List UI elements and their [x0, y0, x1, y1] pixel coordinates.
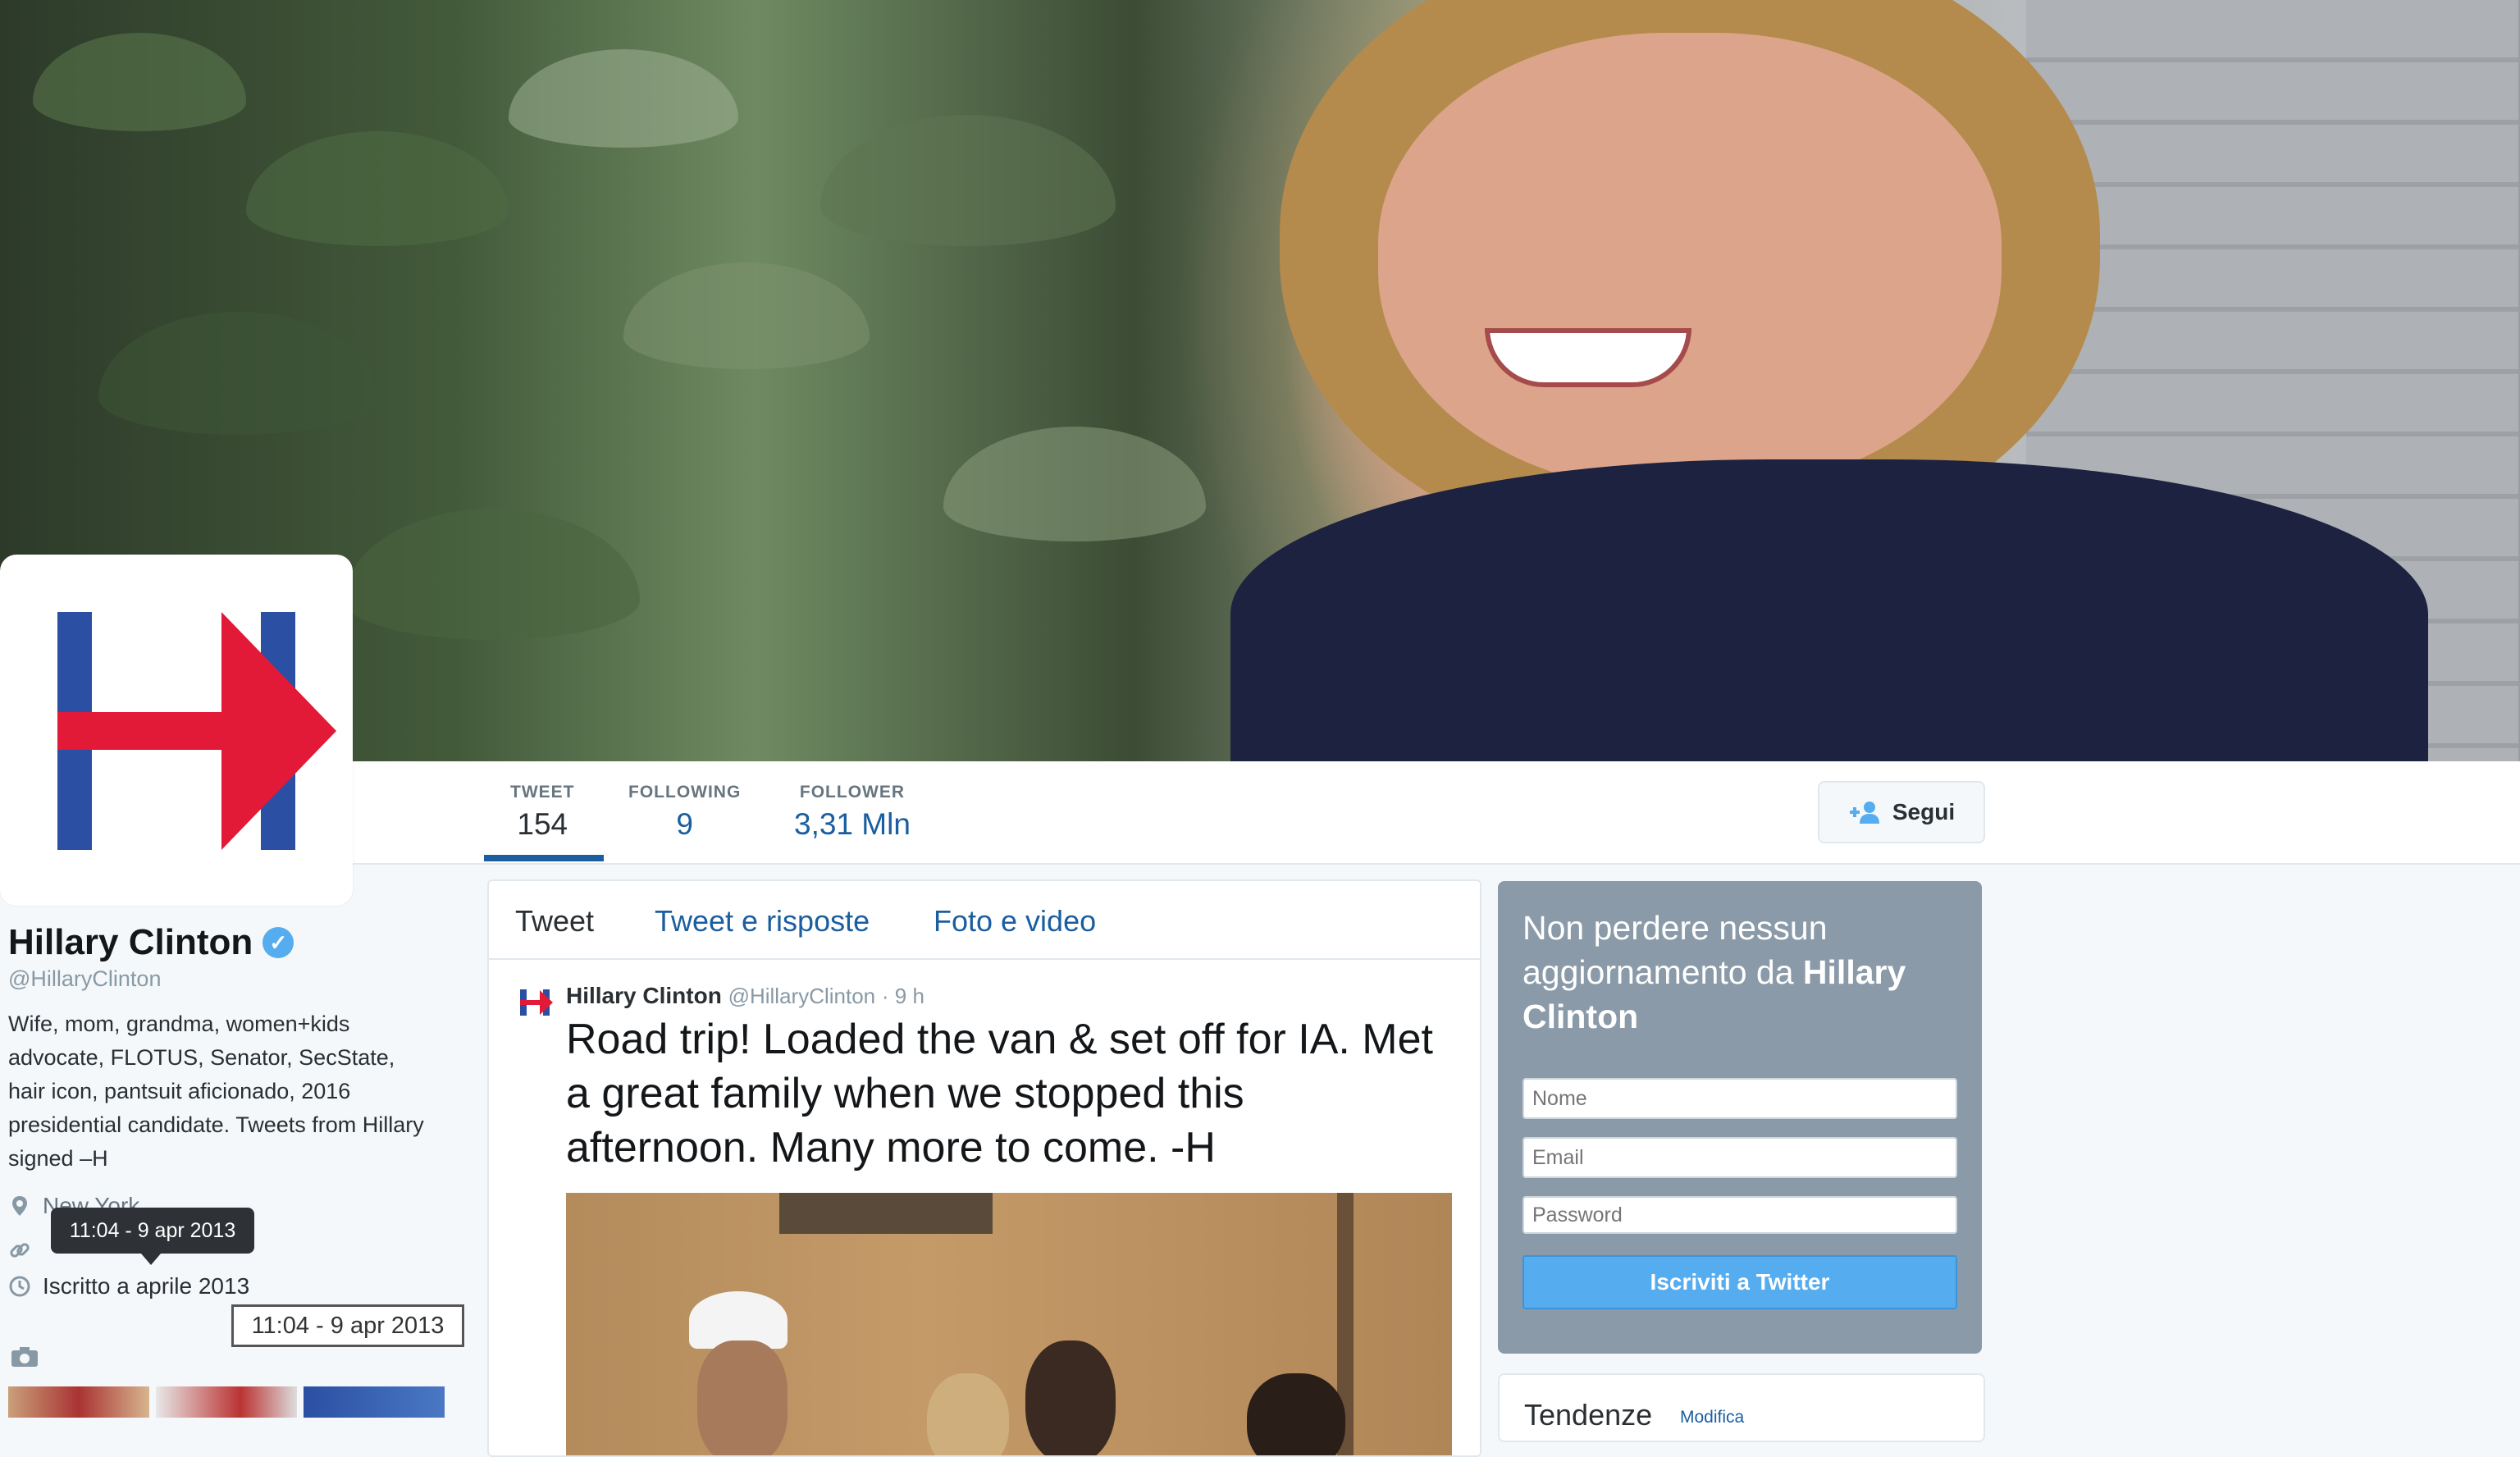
signup-button[interactable]: Iscriviti a Twitter [1522, 1255, 1957, 1309]
tweet-text: Road trip! Loaded the van & set off for … [566, 1016, 1433, 1172]
stat-label: TWEET [510, 783, 575, 802]
media-thumbnail[interactable] [304, 1386, 445, 1418]
profile-nav-bar [0, 761, 2520, 865]
add-user-icon [1849, 802, 1879, 824]
active-stat-underline [484, 855, 604, 861]
profile-joined: Iscritto a aprile 2013 [8, 1273, 249, 1299]
tweet-header: Hillary Clinton @HillaryClinton · 9 h [566, 983, 924, 1009]
timeline-tabs: Tweet Tweet e risposte Foto e video [489, 881, 1480, 960]
follow-button-label: Segui [1892, 799, 1956, 824]
tab-tweet-replies[interactable]: Tweet e risposte [655, 904, 870, 939]
profile-bio: Wife, mom, grandma, women+kids advocate,… [8, 1012, 424, 1171]
date-tooltip-native: 11:04 - 9 apr 2013 [231, 1304, 464, 1347]
trends-edit-link[interactable]: Modifica [1680, 1408, 1744, 1427]
tweet-author[interactable]: Hillary Clinton [566, 983, 722, 1008]
clock-icon [9, 1276, 30, 1297]
tweet-handle[interactable]: @HillaryClinton [728, 984, 876, 1008]
timeline: Tweet Tweet e risposte Foto e video Hill… [487, 879, 1481, 1457]
profile-name-text: Hillary Clinton [8, 922, 253, 962]
stat-value: 9 [676, 807, 693, 841]
stat-value: 3,31 Mln [794, 807, 911, 841]
stat-following[interactable]: FOLLOWING 9 [628, 783, 741, 842]
signup-title: Non perdere nessun aggiornamento da Hill… [1522, 906, 1965, 1039]
media-thumbnail[interactable] [8, 1386, 149, 1418]
tab-tweet[interactable]: Tweet [515, 904, 594, 939]
trends-box: Tendenze Modifica [1498, 1373, 1985, 1442]
h-logo-icon [57, 612, 336, 850]
stat-value: 154 [517, 807, 568, 841]
camera-icon [11, 1347, 38, 1367]
name-field[interactable] [1522, 1078, 1957, 1119]
trends-title: Tendenze [1524, 1398, 1653, 1432]
tab-photos-videos[interactable]: Foto e video [934, 904, 1096, 939]
tweet-avatar-icon[interactable] [518, 988, 555, 1017]
profile-website[interactable] [8, 1239, 31, 1262]
profile-avatar[interactable] [0, 555, 353, 906]
signup-box: Non perdere nessun aggiornamento da Hill… [1498, 881, 1982, 1354]
joined-text: Iscritto a aprile 2013 [43, 1273, 250, 1299]
profile-name: Hillary Clinton ✓ [8, 922, 294, 963]
follow-button[interactable]: Segui [1818, 781, 1985, 843]
signup-title-prefix: Non perdere nessun aggiornamento da [1522, 909, 1828, 991]
tweet-photo[interactable] [566, 1193, 1452, 1455]
stat-label: FOLLOWING [628, 783, 742, 802]
stat-followers[interactable]: FOLLOWER 3,31 Mln [794, 783, 911, 842]
stat-tweets[interactable]: TWEET 154 [510, 783, 575, 842]
verified-badge-icon: ✓ [262, 927, 294, 958]
password-field[interactable] [1522, 1196, 1957, 1234]
location-pin-icon [12, 1196, 27, 1216]
email-field[interactable] [1522, 1137, 1957, 1178]
media-thumbnail[interactable] [156, 1386, 297, 1418]
tweet-time[interactable]: · 9 h [882, 984, 924, 1008]
profile-header-banner [0, 0, 2520, 761]
stat-label: FOLLOWER [799, 783, 906, 802]
profile-handle[interactable]: @HillaryClinton [8, 966, 161, 992]
link-icon [10, 1243, 30, 1258]
date-tooltip: 11:04 - 9 apr 2013 [51, 1208, 254, 1265]
